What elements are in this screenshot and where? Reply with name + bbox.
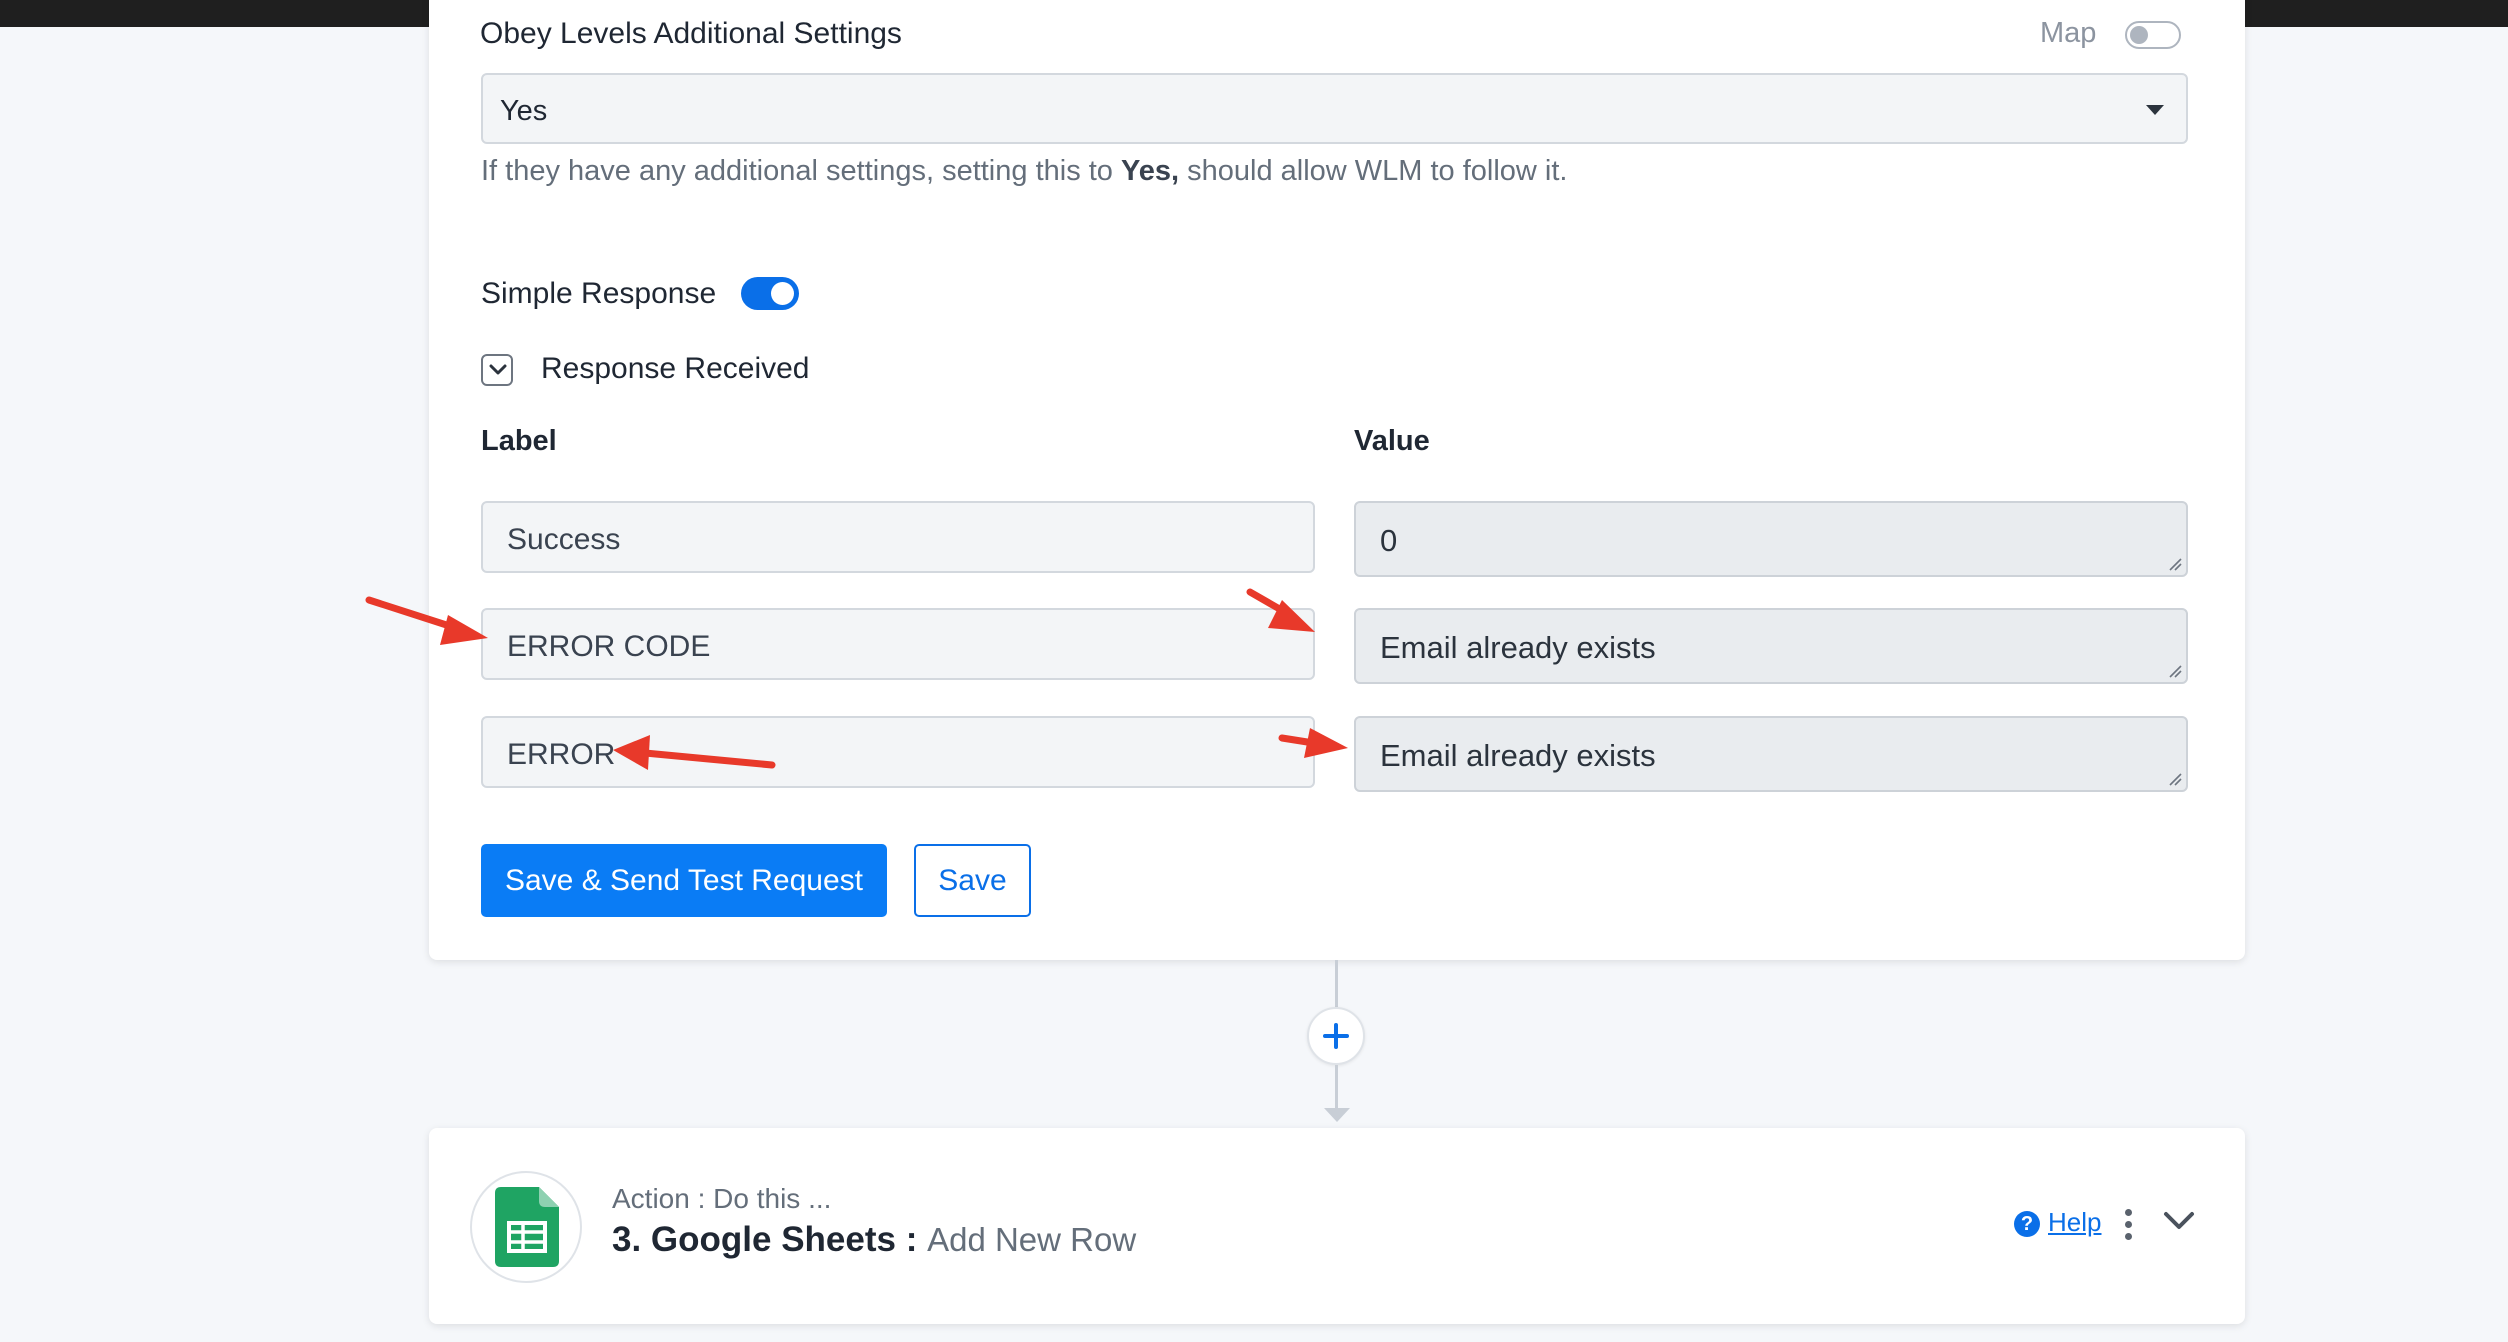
annotation-arrow-3	[1278, 728, 1348, 758]
annotation-arrows	[365, 588, 1348, 770]
annotation-arrow-2	[1246, 588, 1315, 632]
annotation-arrow-1	[365, 596, 488, 645]
annotation-arrow-4	[613, 735, 776, 770]
